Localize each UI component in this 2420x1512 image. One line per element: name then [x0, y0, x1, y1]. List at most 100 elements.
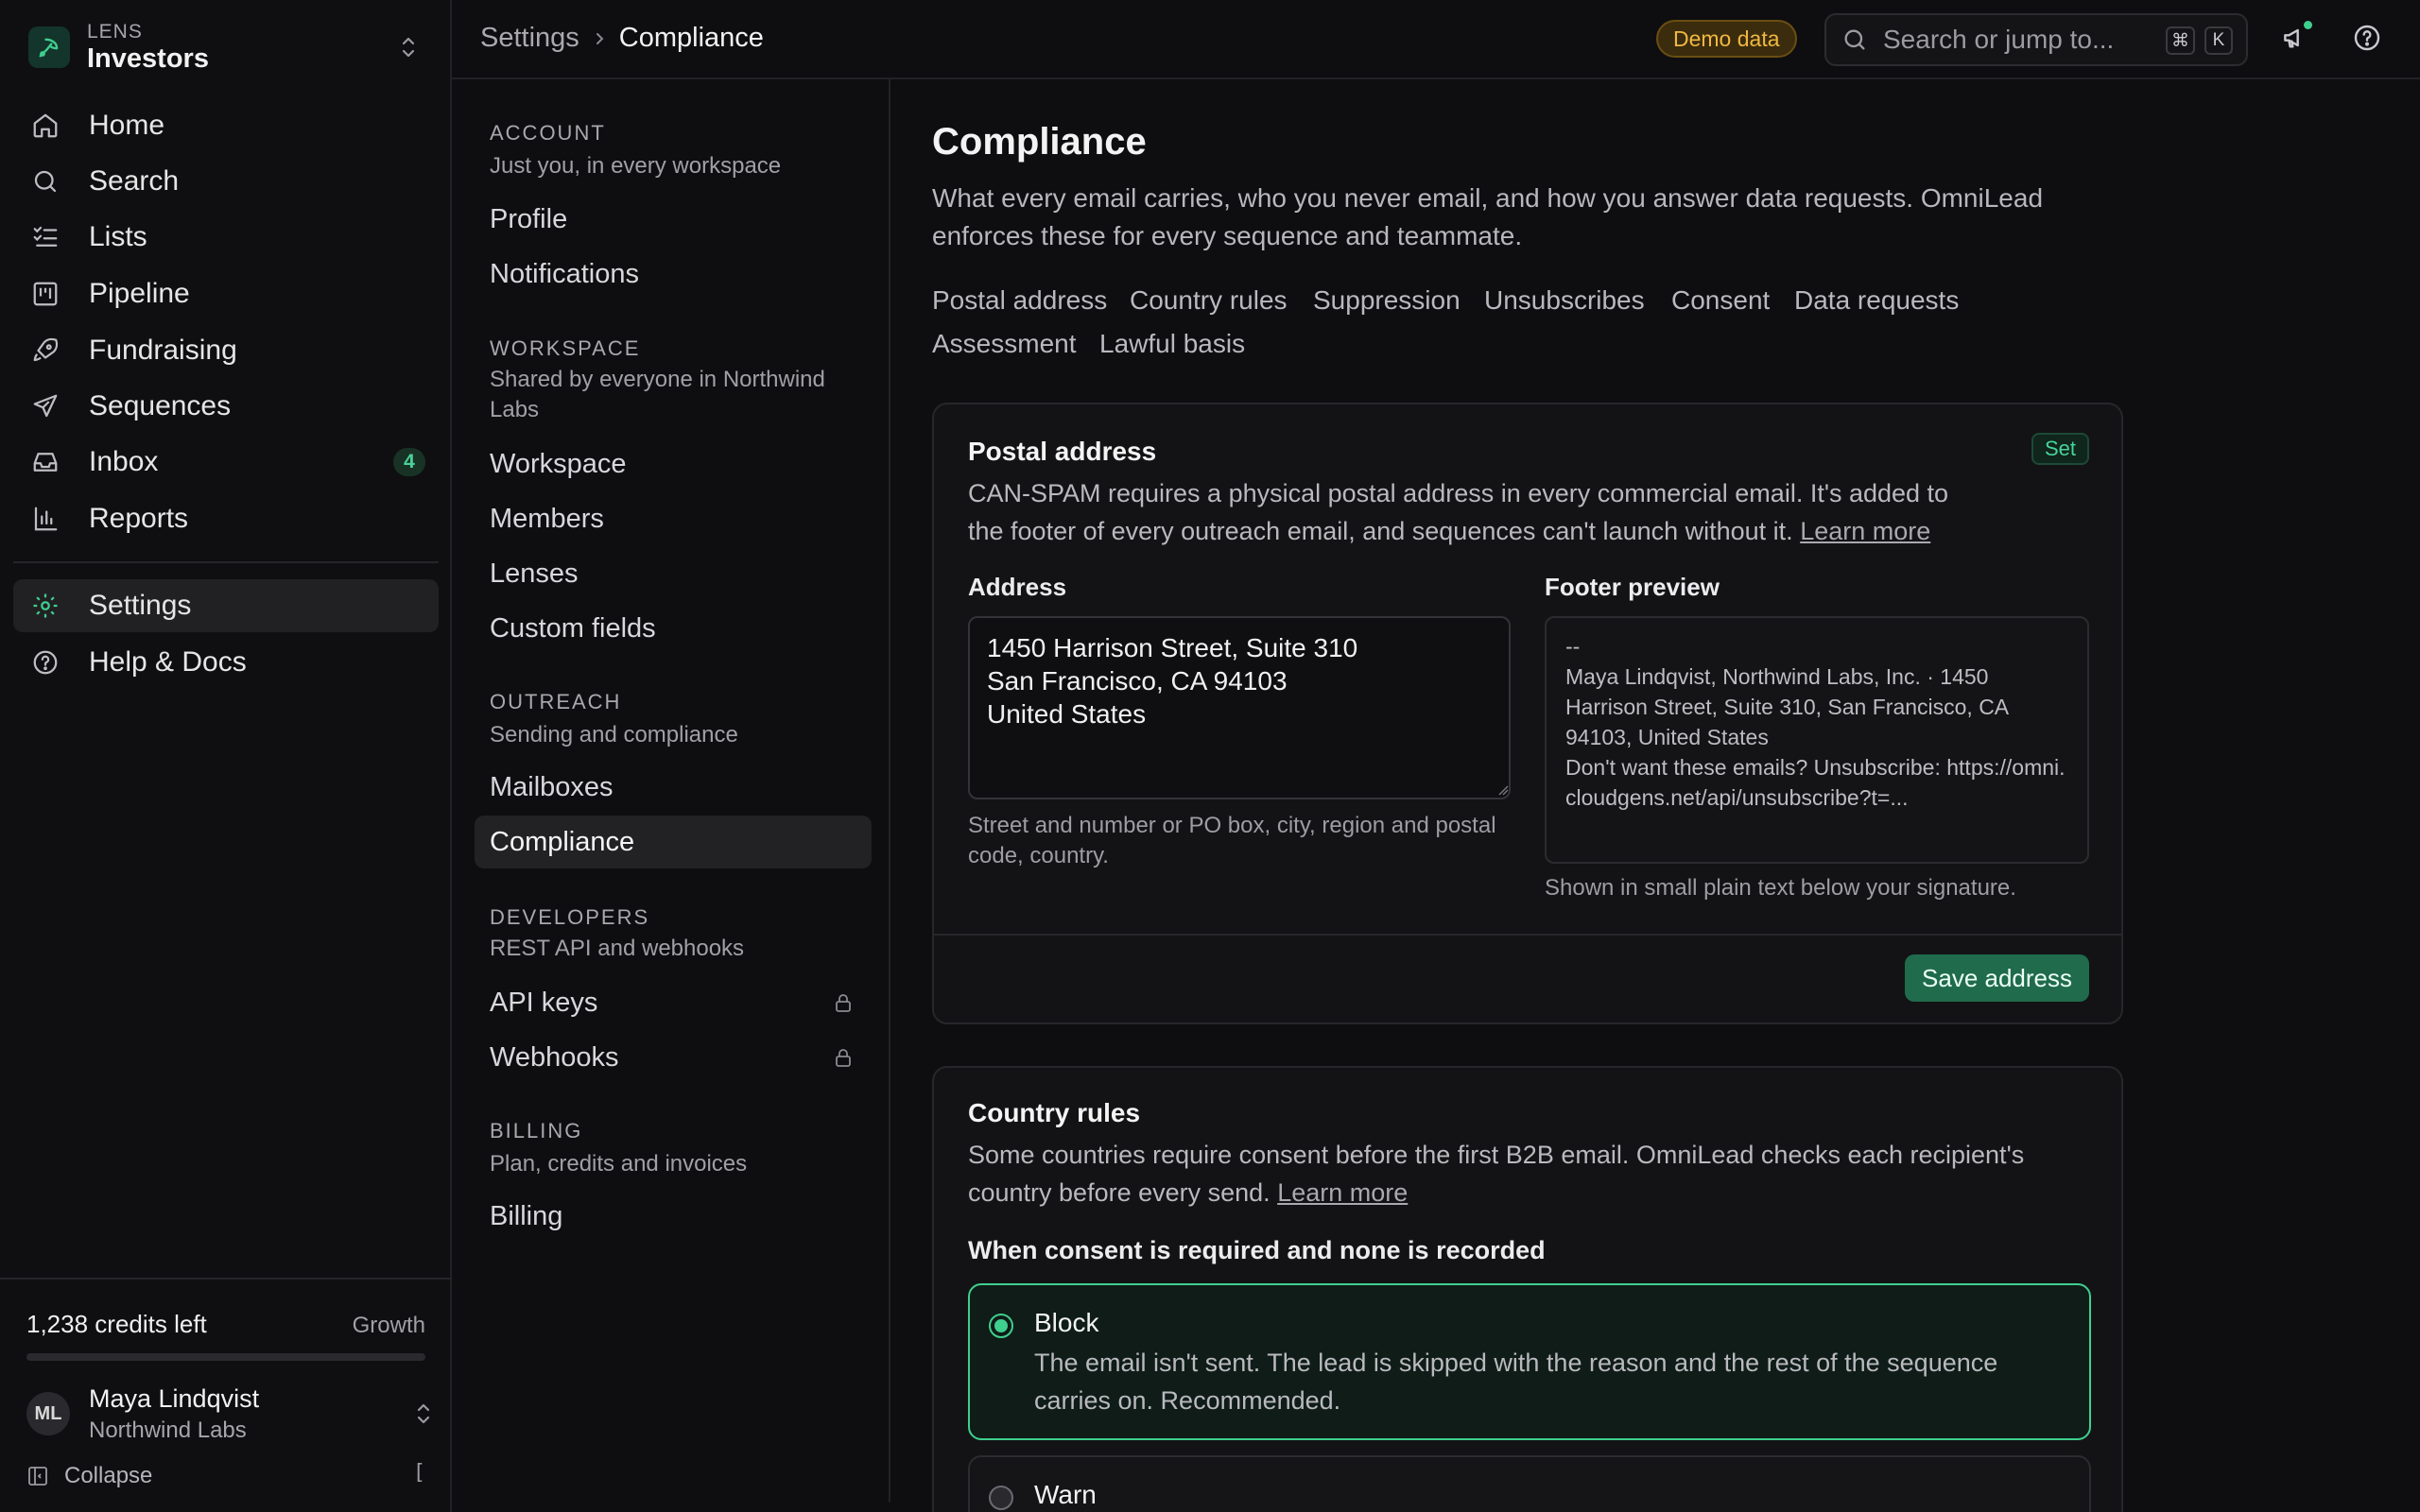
- nav-inbox[interactable]: Inbox 4: [13, 436, 439, 489]
- nav-lists-label: Lists: [89, 221, 147, 252]
- radio-button-selected[interactable]: [989, 1314, 1013, 1338]
- breadcrumb-settings[interactable]: Settings: [480, 23, 579, 54]
- app-sidebar: LENS Investors Home Search Lists Pipelin…: [0, 0, 452, 1512]
- notification-dot: [2304, 21, 2312, 29]
- chevron-updown-icon: [397, 34, 420, 60]
- nav-reports[interactable]: Reports: [13, 492, 439, 545]
- settings-item-billing[interactable]: Billing: [475, 1190, 872, 1243]
- anchor-suppression[interactable]: Suppression: [1313, 285, 1461, 316]
- nav-inbox-label: Inbox: [89, 446, 159, 477]
- sidebar-footer-divider: [0, 1278, 452, 1280]
- nav-search[interactable]: Search: [13, 155, 439, 208]
- section-sub-workspace: Shared by everyone in Northwind Labs: [490, 367, 825, 422]
- help-circle-icon[interactable]: [2352, 23, 2386, 57]
- anchor-assessment[interactable]: Assessment: [932, 329, 1077, 359]
- nav-search-label: Search: [89, 165, 180, 197]
- radio-button[interactable]: [989, 1486, 1013, 1510]
- radio-option-block[interactable]: Block The email isn't sent. The lead is …: [968, 1283, 2091, 1440]
- learn-more-link[interactable]: Learn more: [1277, 1178, 1408, 1207]
- anchor-unsubscribes[interactable]: Unsubscribes: [1484, 285, 1645, 316]
- footer-preview-label: Footer preview: [1545, 573, 1720, 601]
- search-icon: [28, 164, 62, 198]
- lens-label: LENS: [87, 20, 143, 43]
- country-description-text: Some countries require consent before th…: [968, 1141, 2025, 1207]
- section-heading-account: ACCOUNT: [490, 121, 606, 145]
- credits-left: 1,238 credits left: [26, 1310, 207, 1338]
- inbox-icon: [28, 445, 62, 479]
- radio-option-warn[interactable]: Warn: [968, 1455, 2091, 1512]
- settings-item-lenses[interactable]: Lenses: [475, 547, 872, 600]
- announcements-megaphone-icon[interactable]: [2280, 21, 2314, 57]
- demo-data-badge[interactable]: Demo data: [1656, 20, 1797, 58]
- sidebar-collapse-icon: [26, 1465, 49, 1487]
- global-search-input[interactable]: Search or jump to... ⌘ K: [1824, 13, 2248, 66]
- anchor-data-requests[interactable]: Data requests: [1794, 285, 1959, 316]
- top-bar: Settings Compliance Demo data Search or …: [452, 0, 2420, 79]
- settings-item-members[interactable]: Members: [475, 492, 872, 545]
- settings-item-profile[interactable]: Profile: [475, 193, 872, 246]
- chevron-right-icon: [593, 30, 606, 47]
- postal-address-card: Postal address Set CAN-SPAM requires a p…: [932, 403, 2123, 1024]
- postal-address-title: Postal address: [968, 437, 1157, 466]
- nav-pipeline[interactable]: Pipeline: [13, 267, 439, 320]
- credits-usage-bar: [26, 1353, 425, 1361]
- nav-reports-label: Reports: [89, 503, 189, 534]
- country-rules-title: Country rules: [968, 1098, 1141, 1127]
- credits-summary[interactable]: 1,238 credits left Growth: [26, 1310, 425, 1339]
- rocket-icon: [28, 334, 62, 368]
- nav-fundraising[interactable]: Fundraising: [13, 324, 439, 377]
- nav-home-label: Home: [89, 110, 165, 141]
- nav-help[interactable]: Help & Docs: [13, 636, 439, 689]
- user-menu[interactable]: ML Maya Lindqvist Northwind Labs: [26, 1380, 435, 1448]
- anchor-consent[interactable]: Consent: [1671, 285, 1770, 316]
- settings-item-notifications[interactable]: Notifications: [475, 248, 872, 301]
- workspace-switcher[interactable]: LENS Investors: [13, 8, 437, 87]
- bar-chart-icon: [28, 502, 62, 536]
- avatar: ML: [26, 1392, 70, 1435]
- kanban-icon: [28, 277, 62, 311]
- resize-grip-icon[interactable]: [1497, 784, 1509, 796]
- settings-item-webhooks[interactable]: Webhooks: [475, 1031, 872, 1084]
- nav-sequences-label: Sequences: [89, 390, 232, 421]
- country-rules-card: Country rules Some countries require con…: [932, 1066, 2123, 1512]
- workspace-logo-icon: [28, 26, 70, 68]
- search-placeholder: Search or jump to...: [1883, 25, 2115, 54]
- breadcrumb-current: Compliance: [618, 23, 764, 53]
- radio-option-title: Warn: [1034, 1480, 1097, 1509]
- radio-option-description: The email isn't sent. The lead is skippe…: [1034, 1349, 1998, 1415]
- settings-item-custom-fields[interactable]: Custom fields: [475, 602, 872, 655]
- collapse-label: Collapse: [64, 1463, 153, 1488]
- status-badge: Set: [2031, 433, 2089, 465]
- nav-settings[interactable]: Settings: [13, 579, 439, 632]
- footer-preview: -- Maya Lindqvist, Northwind Labs, Inc. …: [1545, 616, 2089, 864]
- kbd-k: K: [2204, 26, 2233, 55]
- nav-home[interactable]: Home: [13, 99, 439, 152]
- anchor-country-rules[interactable]: Country rules: [1130, 285, 1288, 316]
- learn-more-link[interactable]: Learn more: [1800, 517, 1930, 545]
- settings-item-api-keys[interactable]: API keys: [475, 976, 872, 1029]
- nav-sequences[interactable]: Sequences: [13, 380, 439, 433]
- plan-name: Growth: [352, 1313, 425, 1338]
- footer-preview-line: Don't want these emails? Unsubscribe: ht…: [1565, 755, 2066, 810]
- footer-preview-line: Maya Lindqvist, Northwind Labs, Inc. · 1…: [1565, 664, 2014, 749]
- inbox-count-badge: 4: [393, 448, 425, 476]
- settings-item-compliance[interactable]: Compliance: [475, 816, 872, 868]
- anchor-postal-address[interactable]: Postal address: [932, 285, 1107, 316]
- postal-address-description: CAN-SPAM requires a physical postal addr…: [968, 474, 1989, 550]
- footer-preview-line: --: [1565, 634, 1581, 659]
- settings-item-mailboxes[interactable]: Mailboxes: [475, 761, 872, 814]
- section-heading-billing: BILLING: [490, 1119, 583, 1143]
- address-label: Address: [968, 573, 1067, 601]
- section-sub-billing: Plan, credits and invoices: [490, 1151, 748, 1177]
- address-textarea[interactable]: 1450 Harrison Street, Suite 310 San Fran…: [968, 616, 1511, 799]
- collapse-sidebar-button[interactable]: Collapse [: [26, 1459, 425, 1493]
- user-org: Northwind Labs: [89, 1417, 247, 1443]
- section-sub-account: Just you, in every workspace: [490, 153, 782, 179]
- help-circle-icon: [28, 645, 62, 679]
- collapse-shortcut: [: [412, 1461, 425, 1485]
- nav-lists[interactable]: Lists: [13, 211, 439, 264]
- page-title: Compliance: [932, 121, 1147, 163]
- anchor-lawful-basis[interactable]: Lawful basis: [1099, 329, 1245, 359]
- settings-item-workspace[interactable]: Workspace: [475, 438, 872, 490]
- save-address-button[interactable]: Save address: [1905, 954, 2089, 1002]
